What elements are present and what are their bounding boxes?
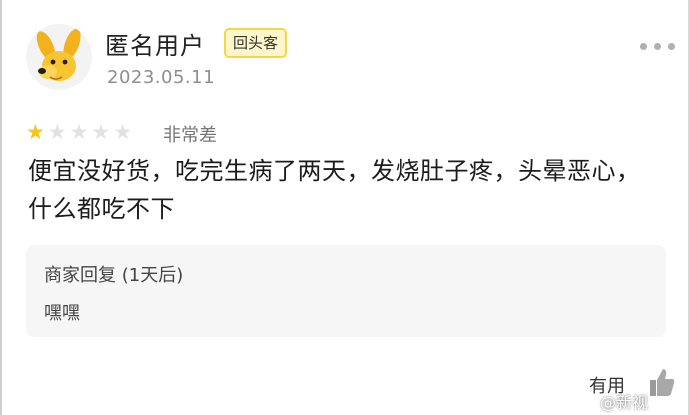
- thumbs-up-icon[interactable]: [646, 366, 676, 398]
- merchant-reply: 商家回复 (1天后) 嘿嘿: [26, 245, 666, 337]
- ellipsis-dot: [668, 42, 675, 50]
- more-options-button[interactable]: [640, 36, 686, 56]
- star-empty-icon: ★: [47, 120, 67, 144]
- star-rating: ★ ★ ★ ★ ★: [26, 120, 132, 144]
- watermark: @新视: [600, 393, 649, 412]
- star-empty-icon: ★: [69, 120, 89, 144]
- review-text: 便宜没好货，吃完生病了两天，发烧肚子疼，头晕恶心， 什么都吃不下: [28, 152, 668, 228]
- user-badge: 回头客: [224, 28, 288, 58]
- star-empty-icon: ★: [91, 120, 111, 144]
- star-empty-icon: ★: [113, 120, 133, 144]
- star-filled-icon: ★: [26, 120, 45, 144]
- review-line: 什么都吃不下: [28, 195, 175, 223]
- user-avatar[interactable]: [26, 24, 92, 90]
- rating-label: 非常差: [163, 125, 217, 146]
- review-date: 2023.05.11: [107, 67, 216, 88]
- left-border: [0, 0, 2, 415]
- username[interactable]: 匿名用户: [105, 26, 205, 61]
- merchant-reply-title: 商家回复 (1天后): [44, 265, 184, 286]
- review-line: 便宜没好货，吃完生病了两天，发烧肚子疼，头晕恶心，: [28, 157, 641, 185]
- merchant-reply-body: 嘿嘿: [44, 303, 80, 324]
- ellipsis-dot: [640, 42, 647, 50]
- dog-avatar-icon: [36, 28, 81, 81]
- ellipsis-dot: [654, 42, 661, 50]
